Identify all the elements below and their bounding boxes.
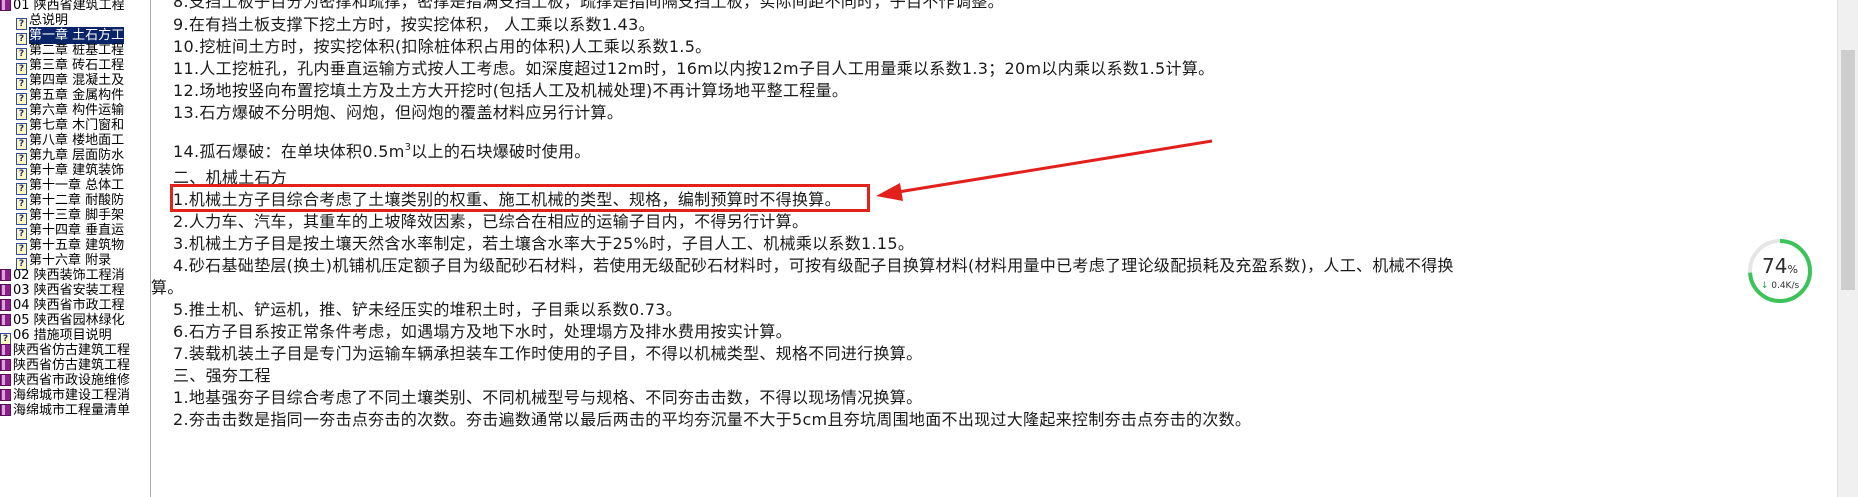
content-line: 11.人工挖桩孔，孔内垂直运输方式按人工考虑。如深度超过12m时，16m以内按1…: [173, 59, 1215, 78]
scrollbar-thumb[interactable]: [1841, 50, 1855, 290]
section-heading: 三、强夯工程: [173, 366, 271, 385]
content-line: 2.夯击击数是指同一夯击点夯击的次数。夯击遍数通常以最后两击的平均夯沉量不大于5…: [173, 410, 1252, 429]
tree-item[interactable]: 海绵城市工程量清单: [0, 402, 130, 419]
book-icon: [0, 269, 11, 281]
help-content-pane: 8.支挡土板子目分为密撑和疏撑，密撑是指满支挡土板，疏撑是指间隔支挡土板，实际间…: [151, 0, 1836, 497]
download-arrow-icon: ↓: [1760, 281, 1769, 291]
content-text: 14.孤石爆破：在单块体积0.5m: [173, 142, 405, 161]
content-line: 6.石方子目系按正常条件考虑，如遇塌方及地下水时，处理塌方及排水费用按实计算。: [173, 322, 792, 341]
content-line: 1.地基强夯子目综合考虑了不同土壤类别、不同机械型号与规格、不同夯击击数，不得以…: [173, 388, 923, 407]
book-icon: [0, 0, 11, 11]
content-line: 7.装载机装土子目是专门为运输车辆承担装车工作时使用的子目，不得以机械类型、规格…: [173, 344, 923, 363]
content-line: 5.推土机、铲运机，推、铲未经压实的堆积土时，子目乘以系数0.73。: [173, 300, 683, 319]
content-line: 13.石方爆破不分明炮、闷炮，但闷炮的覆盖材料应另行计算。: [173, 103, 624, 122]
book-icon: [0, 389, 11, 401]
content-line: 4.砂石基础垫层(换土)机铺机压定额子目为级配砂石材料，若使用无级配砂石材料时，…: [173, 256, 1454, 275]
content-line: 2.人力车、汽车，其重车的上坡降效因素，已综合在相应的运输子目内，不得另行计算。: [173, 212, 809, 231]
book-icon: [0, 359, 11, 371]
book-icon: [0, 404, 11, 416]
book-icon: [0, 374, 11, 386]
speed-rate: ↓ 0.4K/s: [1760, 281, 1800, 291]
speed-percent: 74%: [1762, 254, 1798, 278]
book-icon: [0, 299, 11, 311]
content-line: 10.挖桩间土方时，按实挖体积(扣除桩体积占用的体积)人工乘以系数1.5。: [173, 37, 712, 56]
annotation-highlight-box: [170, 184, 870, 212]
book-icon: [0, 344, 11, 356]
content-line: 14.孤石爆破：在单块体积0.5m3以上的石块爆破时使用。: [173, 138, 591, 162]
content-line: 12.场地按竖向布置挖填土方及土方大开挖时(包括人工及机械处理)不再计算场地平整…: [173, 81, 849, 100]
content-line: 3.机械土方子目是按土壤天然含水率制定，若土壤含水率大于25%时，子目人工、机械…: [173, 234, 915, 253]
vertical-scrollbar[interactable]: [1837, 0, 1858, 497]
content-text: 以上的石块爆破时使用。: [411, 142, 591, 161]
network-speed-widget[interactable]: 74% ↓ 0.4K/s: [1747, 238, 1813, 304]
annotation-arrow-icon: [876, 139, 1213, 201]
content-line: 9.在有挡土板支撑下挖土方时，按实挖体积， 人工乘以系数1.43。: [173, 15, 655, 34]
book-icon: [0, 284, 11, 296]
content-line: 8.支挡土板子目分为密撑和疏撑，密撑是指满支挡土板，疏撑是指间隔支挡土板，实际间…: [173, 0, 1004, 11]
tree-item-label: 海绵城市工程量清单: [13, 403, 131, 418]
contents-tree[interactable]: 01 陕西省建筑工程? 总说明? 第一章 土石方工? 第二章 桩基工程? 第三章 砖石工…: [0, 0, 151, 497]
book-icon: [0, 314, 11, 326]
content-line: 算。: [151, 278, 184, 297]
